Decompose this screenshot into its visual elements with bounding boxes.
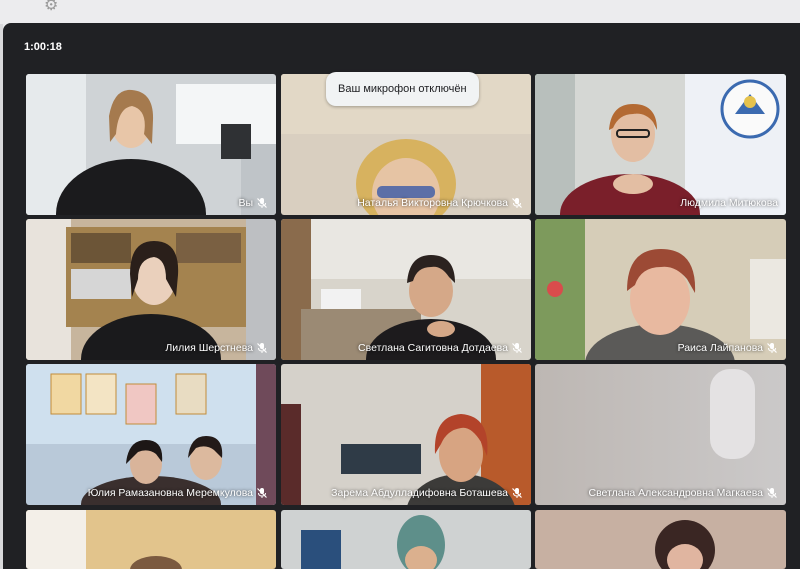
participant-name-row: Лилия Шерстнева (165, 342, 268, 354)
participant-name: Юлия Рамазановна Меремкулова (87, 487, 253, 499)
top-strip (0, 0, 800, 24)
participant-name-row: Светлана Сагитовна Дотдаева (358, 342, 523, 354)
participant-name: Светлана Сагитовна Дотдаева (358, 342, 508, 354)
participant-tile[interactable]: Вы (26, 74, 276, 215)
participant-tile[interactable]: Светлана Сагитовна Дотдаева (281, 219, 531, 360)
mic-off-icon (512, 343, 522, 353)
gear-icon[interactable]: ⚙ (44, 0, 62, 14)
participant-name: Вы (238, 197, 253, 209)
participant-name: Раиса Лайпанова (677, 342, 763, 354)
participant-tile[interactable] (535, 510, 786, 569)
participant-name: Наталья Викторовна Крючкова (357, 197, 508, 209)
participant-tile-active-speaker[interactable]: Людмила Митюкова (535, 74, 786, 215)
participant-name: Зарема Абдулладифовна Боташева (331, 487, 508, 499)
mic-off-icon (767, 343, 777, 353)
participant-name-row: Светлана Александровна Магкаева (589, 487, 778, 499)
mic-off-icon (257, 488, 267, 498)
meeting-timer: 1:00:18 (24, 41, 62, 53)
participant-name-row: Раиса Лайпанова (678, 342, 778, 354)
participant-name: Лилия Шерстнева (165, 342, 253, 354)
participant-tile[interactable]: Раиса Лайпанова (535, 219, 786, 360)
mic-off-icon (512, 488, 522, 498)
participant-tile[interactable]: Зарема Абдулладифовна Боташева (281, 364, 531, 505)
participant-name-row: Вы (238, 197, 268, 209)
mic-muted-toast: Ваш микрофон отключён (326, 72, 479, 106)
participant-name: Светлана Александровна Магкаева (588, 487, 763, 499)
mic-off-icon (512, 198, 522, 208)
mic-off-icon (257, 198, 267, 208)
participant-name-row: Людмила Митюкова (680, 197, 778, 209)
participant-name: Людмила Митюкова (680, 197, 778, 209)
participant-tile[interactable]: Светлана Александровна Магкаева (535, 364, 786, 505)
participant-tile[interactable]: Юлия Рамазановна Меремкулова (26, 364, 276, 505)
mic-off-icon (257, 343, 267, 353)
participant-tile[interactable] (281, 510, 531, 569)
participant-name-row: Зарема Абдулладифовна Боташева (331, 487, 523, 499)
mic-off-icon (767, 488, 777, 498)
participant-tile[interactable]: Лилия Шерстнева (26, 219, 276, 360)
participant-name-row: Наталья Викторовна Крючкова (357, 197, 523, 209)
participant-tile[interactable] (26, 510, 276, 569)
participant-name-row: Юлия Рамазановна Меремкулова (88, 487, 268, 499)
